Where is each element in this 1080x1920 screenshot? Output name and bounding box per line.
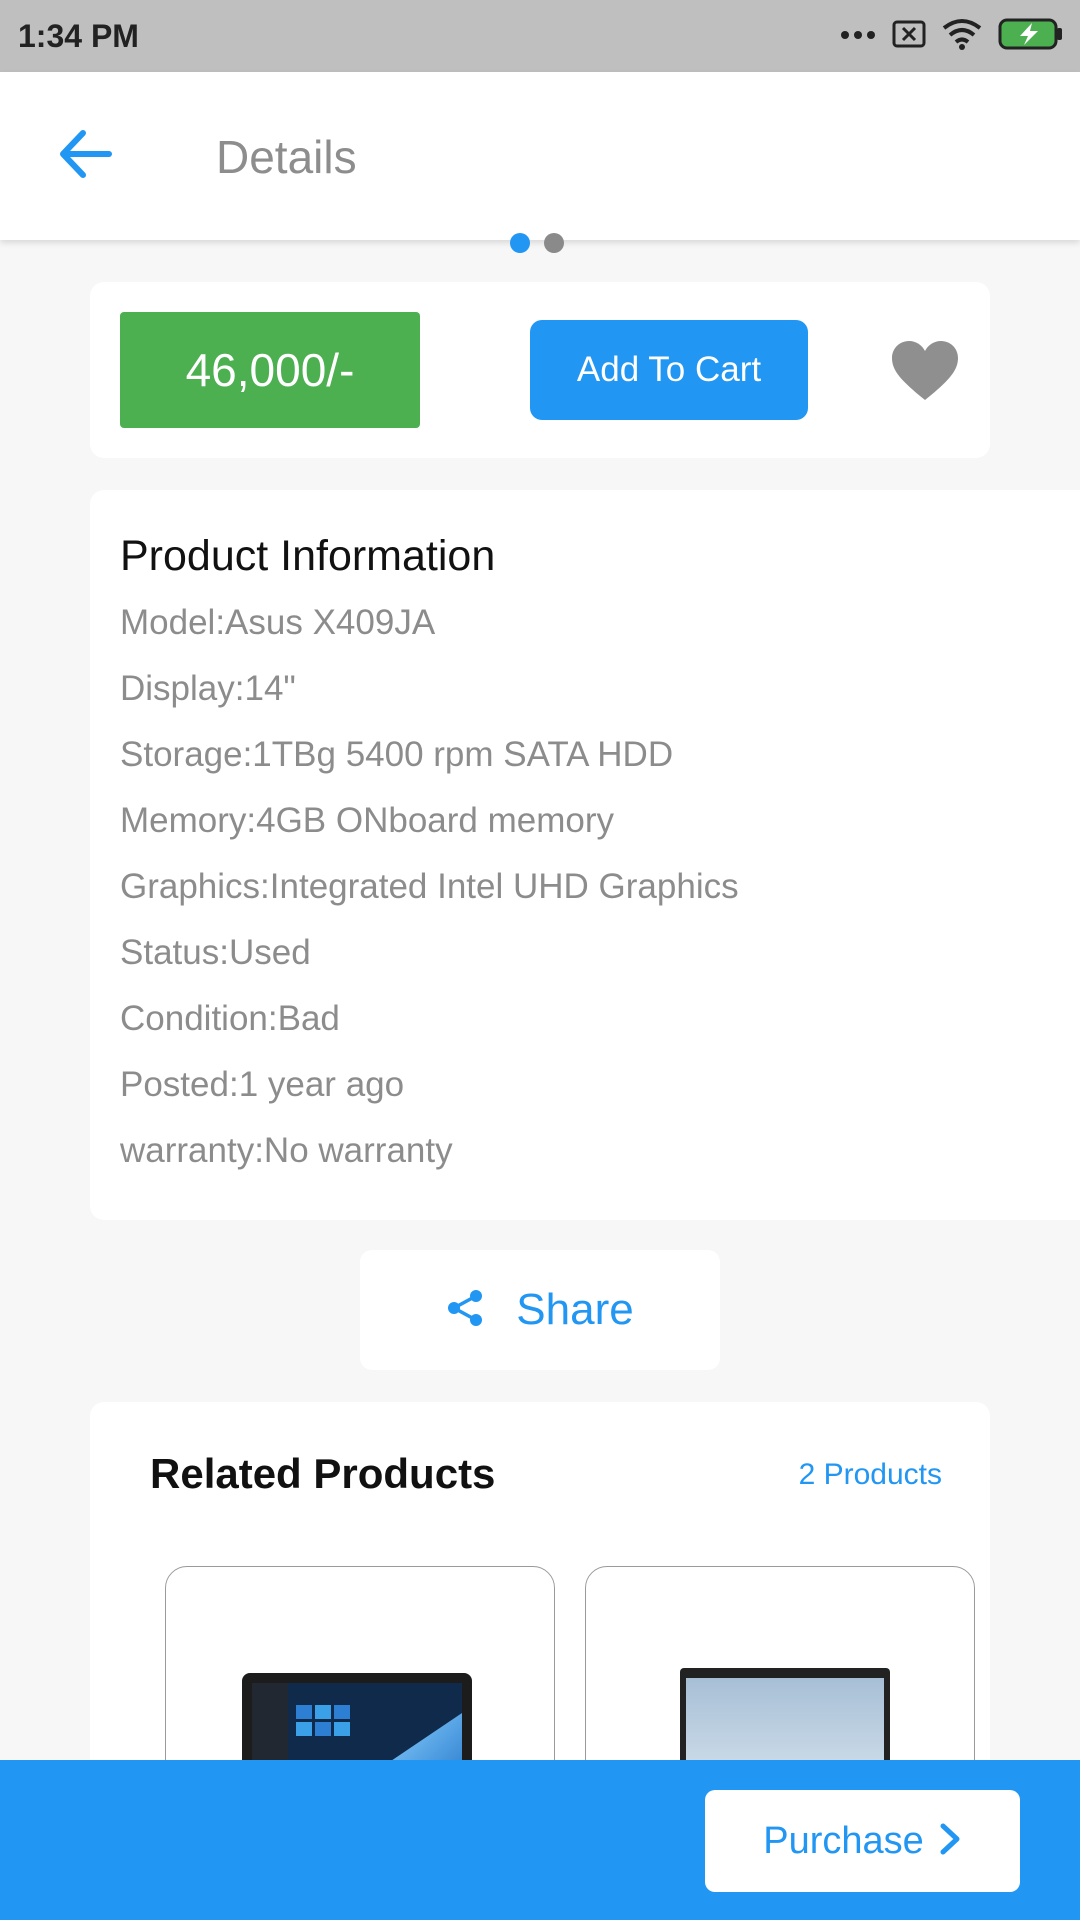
carousel-dot-1[interactable]	[510, 233, 530, 253]
info-row-warranty: warranty:No warranty	[120, 1131, 453, 1170]
product-information-list: Model:Asus X409JA Display:14" Storage:1T…	[120, 603, 739, 1202]
sim-off-icon	[892, 20, 926, 53]
status-time: 1:34 PM	[18, 18, 139, 54]
price-tag: 46,000/-	[120, 312, 420, 428]
page-title: Details	[216, 131, 357, 183]
info-row-graphics: Graphics:Integrated Intel UHD Graphics	[120, 867, 739, 906]
info-row-status: Status:Used	[120, 933, 311, 972]
status-icons	[840, 18, 1064, 54]
chevron-right-icon	[938, 1822, 962, 1861]
product-information-title: Product Information	[120, 532, 496, 580]
wifi-icon	[942, 18, 982, 55]
info-row-storage: Storage:1TBg 5400 rpm SATA HDD	[120, 735, 674, 774]
purchase-label: Purchase	[763, 1819, 924, 1862]
back-arrow-icon	[57, 129, 113, 184]
share-label: Share	[516, 1285, 634, 1334]
price-card: 46,000/- Add To Cart	[90, 282, 990, 458]
battery-icon	[998, 18, 1064, 55]
share-icon	[446, 1288, 486, 1333]
share-button[interactable]: Share	[360, 1250, 720, 1370]
related-products-title: Related Products	[150, 1450, 496, 1497]
carousel-dot-2[interactable]	[544, 233, 564, 253]
more-dots-icon	[840, 27, 876, 45]
back-button[interactable]	[40, 116, 130, 196]
carousel-indicator	[510, 233, 564, 253]
info-row-condition: Condition:Bad	[120, 999, 340, 1038]
favorite-button[interactable]	[890, 340, 960, 404]
info-row-posted: Posted:1 year ago	[120, 1065, 405, 1104]
info-row-memory: Memory:4GB ONboard memory	[120, 801, 615, 840]
bottom-bar: Purchase	[0, 1760, 1080, 1920]
purchase-button[interactable]: Purchase	[705, 1790, 1020, 1892]
add-to-cart-button[interactable]: Add To Cart	[530, 320, 808, 420]
related-products-count[interactable]: 2 Products	[799, 1458, 942, 1492]
status-bar: 1:34 PM	[0, 0, 1080, 72]
app-bar: Details	[0, 72, 1080, 240]
info-row-display: Display:14"	[120, 669, 296, 708]
heart-icon	[890, 341, 960, 406]
product-information-card: Product Information Model:Asus X409JA Di…	[90, 490, 1080, 1220]
info-row-model: Model:Asus X409JA	[120, 603, 436, 642]
